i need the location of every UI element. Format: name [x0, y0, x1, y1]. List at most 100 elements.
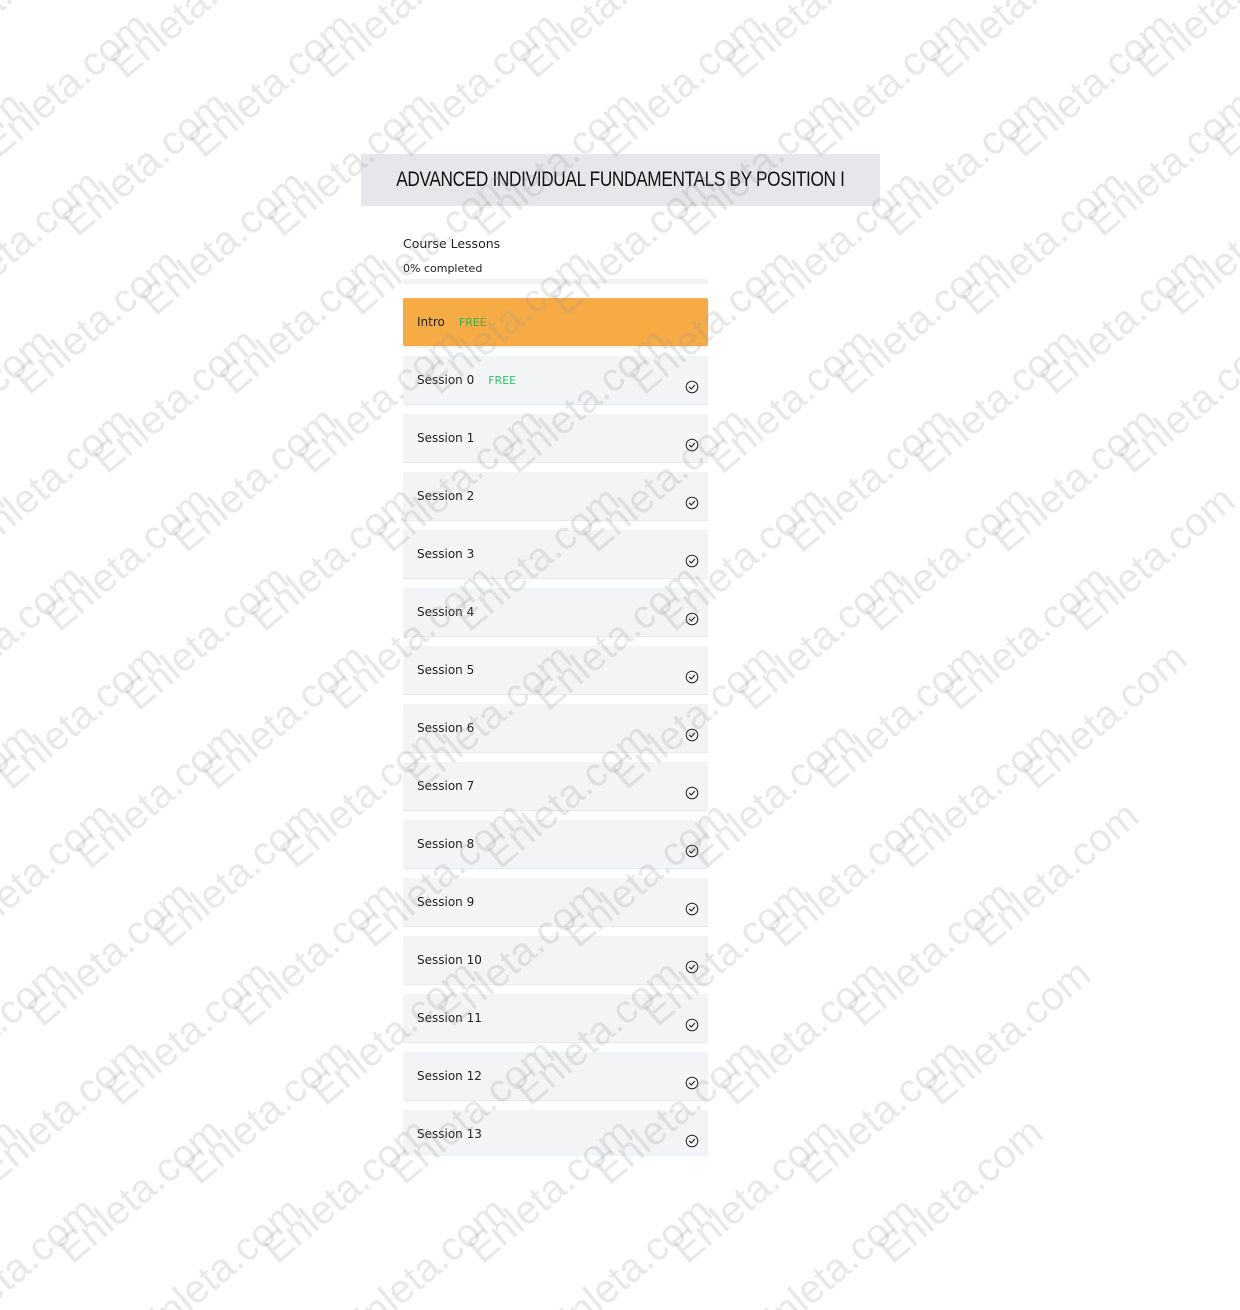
lesson-title: Session 0: [417, 373, 475, 387]
watermark-text: Enleta.com: [1158, 162, 1240, 324]
lesson-item-session-6[interactable]: Session 6: [403, 704, 708, 752]
check-circle-icon: [685, 380, 699, 394]
watermark-text: Enleta.com: [0, 636, 170, 798]
watermark-text: Enleta.com: [639, 0, 821, 8]
lesson-title: Session 13: [417, 1127, 482, 1141]
watermark-text: Enleta.com: [20, 873, 202, 1035]
lesson-title: Session 6: [417, 721, 475, 735]
watermark-text: Enleta.com: [0, 83, 31, 245]
progress-bar: [403, 279, 708, 284]
watermark-text: Enleta.com: [796, 4, 978, 166]
lesson-label: Session 2: [417, 489, 474, 503]
watermark-text: Enleta.com: [1014, 636, 1196, 798]
watermark-text: Enleta.com: [0, 320, 61, 482]
course-title: ADVANCED INDIVIDUAL FUNDAMENTALS BY POSI…: [396, 168, 845, 191]
watermark-text: Enleta.com: [840, 873, 1022, 1035]
watermark-text: Enleta.com: [0, 952, 74, 1114]
watermark-text: Enleta.com: [0, 478, 13, 640]
watermark-text: Enleta.com: [85, 320, 267, 482]
watermark-text: Enleta.com: [731, 557, 913, 719]
watermark-text: Enleta.com: [0, 557, 92, 719]
lesson-label: Session 3: [417, 547, 474, 561]
watermark-text: Enleta.com: [700, 320, 882, 482]
watermark-text: Enleta.com: [683, 715, 865, 877]
watermark-text: Enleta.com: [918, 952, 1100, 1114]
watermark-text: Enleta.com: [870, 1110, 1052, 1272]
check-circle-icon: [685, 1134, 699, 1148]
lesson-list: Intro FREE Session 0 FREE Session 1 Session 2…: [403, 298, 709, 1156]
lesson-item-session-5[interactable]: Session 5: [403, 646, 708, 694]
lesson-title: Session 9: [417, 895, 475, 909]
watermark-text: Enleta.com: [779, 399, 961, 561]
watermark-text: Enleta.com: [229, 0, 411, 8]
watermark-text: Enleta.com: [761, 794, 943, 956]
course-title-bar: ADVANCED INDIVIDUAL FUNDAMENTALS BY POSI…: [361, 154, 880, 206]
check-circle-icon: [685, 554, 699, 568]
lesson-label: Session 12: [417, 1069, 482, 1083]
watermark-text: Enleta.com: [539, 1189, 721, 1310]
watermark-text: Enleta.com: [744, 1189, 926, 1310]
watermark-text: Enleta.com: [7, 241, 189, 403]
watermark-text: Enleta.com: [888, 715, 1070, 877]
watermark-text: Enleta.com: [0, 794, 122, 956]
watermark-text: Enleta.com: [133, 162, 315, 324]
lesson-label: Session 0 FREE: [417, 373, 516, 387]
lesson-label: Session 11: [417, 1011, 482, 1025]
watermark-text: Enleta.com: [713, 952, 895, 1114]
watermark-text: Enleta.com: [792, 1031, 974, 1193]
lesson-label: Session 8: [417, 837, 474, 851]
watermark-text: Enleta.com: [857, 478, 1039, 640]
watermark-text: Enleta.com: [0, 1031, 153, 1193]
lesson-item-session-9[interactable]: Session 9: [403, 878, 708, 926]
lesson-label: Session 5: [417, 663, 474, 677]
watermark-text: Enleta.com: [966, 794, 1148, 956]
watermark-text: Enleta.com: [1080, 83, 1240, 245]
check-circle-icon: [685, 728, 699, 742]
lesson-label: Session 9: [417, 895, 474, 909]
course-lessons-heading: Course Lessons: [403, 236, 501, 251]
check-circle-icon: [685, 960, 699, 974]
lesson-item-session-7[interactable]: Session 7: [403, 762, 708, 810]
watermark-text: Enleta.com: [0, 1189, 105, 1310]
lesson-title: Intro: [417, 315, 445, 329]
lesson-item-intro[interactable]: Intro FREE: [403, 298, 708, 346]
watermark-text: Enleta.com: [37, 478, 219, 640]
lesson-item-session-10[interactable]: Session 10: [403, 936, 708, 984]
lesson-title: Session 2: [417, 489, 475, 503]
watermark-text: Enleta.com: [129, 1189, 311, 1310]
lesson-item-session-13[interactable]: Session 13: [403, 1110, 708, 1156]
watermark-text: Enleta.com: [50, 1110, 232, 1272]
lesson-title: Session 4: [417, 605, 475, 619]
watermark-text: Enleta.com: [0, 162, 109, 324]
watermark-text: Enleta.com: [1032, 241, 1214, 403]
watermark-text: Enleta.com: [1049, 0, 1231, 8]
watermark-text: Enleta.com: [24, 0, 206, 8]
lesson-item-session-2[interactable]: Session 2: [403, 472, 708, 520]
watermark-text: Enleta.com: [923, 0, 1105, 87]
lesson-item-session-1[interactable]: Session 1: [403, 414, 708, 462]
watermark-text: Enleta.com: [164, 399, 346, 561]
watermark-text: Enleta.com: [1001, 4, 1183, 166]
lesson-item-session-12[interactable]: Session 12: [403, 1052, 708, 1100]
watermark-text: Enleta.com: [875, 83, 1057, 245]
lesson-item-session-8[interactable]: Session 8: [403, 820, 708, 868]
watermark-text: Enleta.com: [0, 1110, 26, 1272]
lesson-item-session-4[interactable]: Session 4: [403, 588, 708, 636]
watermark-text: Enleta.com: [513, 0, 695, 87]
lesson-item-session-3[interactable]: Session 3: [403, 530, 708, 578]
watermark-text: Enleta.com: [827, 241, 1009, 403]
watermark-text: Enleta.com: [0, 4, 157, 166]
lesson-title: Session 11: [417, 1011, 482, 1025]
lesson-title: Session 5: [417, 663, 475, 677]
watermark-text: Enleta.com: [591, 4, 773, 166]
watermark-text: Enleta.com: [718, 0, 900, 87]
lesson-label: Intro FREE: [417, 315, 487, 329]
lesson-title: Session 8: [417, 837, 475, 851]
lesson-item-session-0[interactable]: Session 0 FREE: [403, 356, 708, 404]
watermark-text: Enleta.com: [308, 0, 490, 87]
watermark-text: Enleta.com: [334, 1189, 516, 1310]
lesson-item-session-11[interactable]: Session 11: [403, 994, 708, 1042]
watermark-text: Enleta.com: [194, 636, 376, 798]
check-circle-icon: [685, 786, 699, 800]
lesson-title: Session 7: [417, 779, 475, 793]
